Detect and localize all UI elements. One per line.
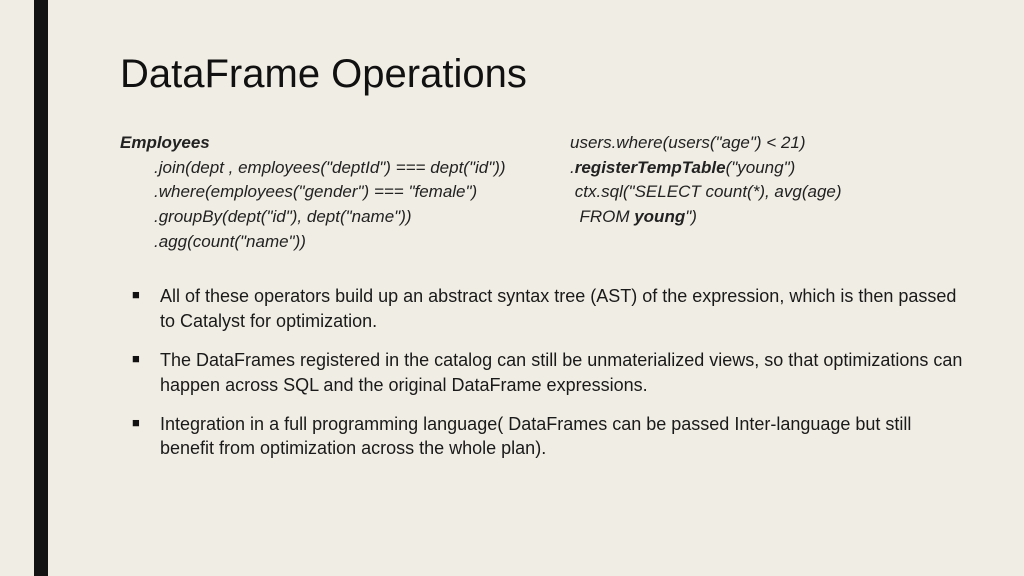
code-bold: registerTempTable [575, 158, 726, 177]
slide-content: DataFrame Operations Employees .join(dep… [120, 52, 964, 475]
bullet-highlight: unmaterialized views [587, 350, 754, 370]
code-columns: Employees .join(dept , employees("deptId… [120, 131, 964, 254]
code-line: .groupBy(dept("id"), dept("name")) [120, 205, 530, 230]
bullet-highlight: Catalyst [180, 311, 245, 331]
bullet-text: Integration in a full programming langua… [160, 414, 911, 459]
bullet-list: All of these operators build up an abstr… [120, 284, 964, 461]
bullet-text: for optimization. [245, 311, 377, 331]
bullet-item: The DataFrames registered in the catalog… [160, 348, 964, 398]
code-right-column: users.where(users("age") < 21) .register… [570, 131, 964, 254]
code-left-column: Employees .join(dept , employees("deptId… [120, 131, 530, 254]
code-line: ctx.sql("SELECT count(*), avg(age) [570, 180, 964, 205]
slide-accent-bar [34, 0, 48, 576]
code-line: .registerTempTable("young") [570, 156, 964, 181]
code-line: .join(dept , employees("deptId") === dep… [120, 156, 530, 181]
code-line: .agg(count("name")) [120, 230, 530, 255]
code-line: .where(employees("gender") === "female") [120, 180, 530, 205]
code-text: ("young") [726, 158, 796, 177]
code-bold: young [634, 207, 685, 226]
code-bold: Employees [120, 133, 210, 152]
code-line: users.where(users("age") < 21) [570, 131, 964, 156]
bullet-text: The DataFrames registered in the catalog… [160, 350, 587, 370]
slide-title: DataFrame Operations [120, 52, 964, 97]
code-text: FROM [570, 207, 634, 226]
code-line: Employees [120, 131, 530, 156]
bullet-item: All of these operators build up an abstr… [160, 284, 964, 334]
code-text: ") [685, 207, 697, 226]
code-line: FROM young") [570, 205, 964, 230]
bullet-item: Integration in a full programming langua… [160, 412, 964, 462]
